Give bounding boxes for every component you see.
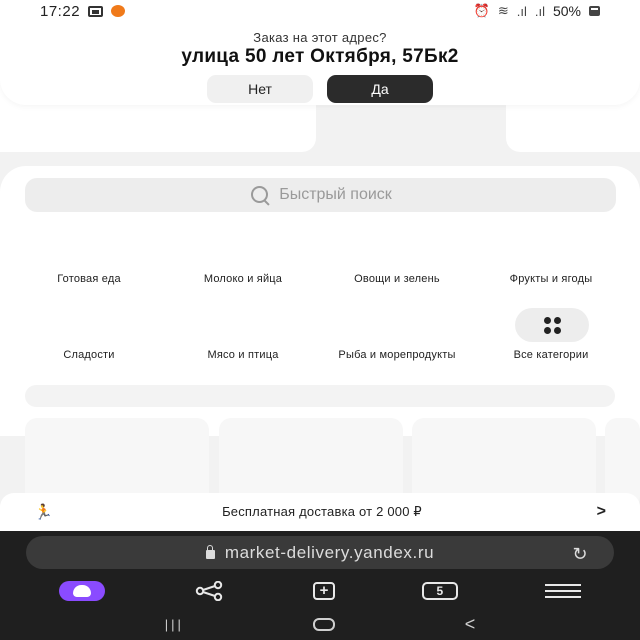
alarm-icon: ⏰	[473, 3, 490, 18]
tabs-count-icon[interactable]: 5	[421, 582, 458, 600]
category-fruits[interactable]: Фрукты и ягоды	[474, 274, 628, 285]
lock-icon	[205, 545, 215, 559]
browser-bar: market-delivery.yandex.ru ↻ + 5	[0, 531, 640, 609]
category-milk-eggs[interactable]: Молоко и яйца	[166, 274, 320, 285]
browser-toolbar: + 5	[0, 576, 640, 606]
delivery-text: Бесплатная доставка от 2 000 ₽	[222, 504, 422, 519]
url-field[interactable]: market-delivery.yandex.ru ↻	[26, 536, 614, 569]
recents-icon[interactable]: |||	[165, 617, 184, 632]
reload-icon[interactable]: ↻	[572, 544, 588, 565]
battery-icon	[589, 6, 600, 16]
alice-assistant-icon[interactable]	[59, 581, 106, 601]
status-right: ⏰ ≋ .ıl .ıl 50%	[474, 3, 600, 19]
signal-icon: .ıl	[534, 3, 545, 19]
status-left: 17:22	[40, 2, 126, 20]
search-placeholder: Быстрый поиск	[279, 186, 392, 203]
delivery-banner[interactable]: 🏃 Бесплатная доставка от 2 000 ₽ >	[0, 493, 640, 531]
category-fish[interactable]: Рыба и морепродукты	[320, 350, 474, 361]
wifi-icon: ≋	[497, 3, 509, 18]
address-confirm-sheet: Заказ на этот адрес? улица 50 лет Октябр…	[0, 22, 640, 105]
running-courier-icon: 🏃	[34, 504, 53, 521]
yes-button[interactable]: Да	[327, 75, 433, 103]
category-meat[interactable]: Мясо и птица	[166, 350, 320, 361]
category-all[interactable]: Все категории	[474, 350, 628, 361]
search-input[interactable]: Быстрый поиск	[25, 178, 616, 212]
no-button[interactable]: Нет	[207, 75, 313, 103]
skeleton-bar	[25, 385, 615, 407]
grid-dots-icon	[543, 316, 561, 334]
system-nav-bar: ||| <	[0, 609, 640, 640]
category-vegetables[interactable]: Овощи и зелень	[320, 274, 474, 285]
home-icon[interactable]	[313, 618, 336, 631]
address-value: улица 50 лет Октября, 57Бк2	[181, 46, 459, 67]
app-notification-icon	[111, 5, 126, 17]
address-buttons: Нет Да	[0, 75, 640, 103]
address-question: Заказ на этот адрес?	[253, 30, 387, 45]
menu-icon[interactable]	[544, 584, 581, 598]
category-sweets[interactable]: Сладости	[12, 350, 166, 361]
category-ready-food[interactable]: Готовая еда	[12, 274, 166, 285]
back-icon[interactable]: <	[465, 614, 476, 635]
url-text: market-delivery.yandex.ru	[224, 542, 435, 562]
status-bar: 17:22 ⏰ ≋ .ıl .ıl 50%	[0, 0, 640, 22]
share-icon[interactable]	[192, 580, 226, 602]
gallery-icon	[88, 5, 104, 17]
search-icon	[249, 184, 271, 206]
all-categories-icon[interactable]	[515, 308, 589, 342]
chevron-right-icon: >	[596, 503, 606, 520]
battery-percent: 50%	[552, 3, 581, 19]
new-tab-icon[interactable]: +	[312, 582, 335, 600]
signal-icon: .ıl	[516, 3, 527, 19]
status-time: 17:22	[40, 2, 81, 20]
